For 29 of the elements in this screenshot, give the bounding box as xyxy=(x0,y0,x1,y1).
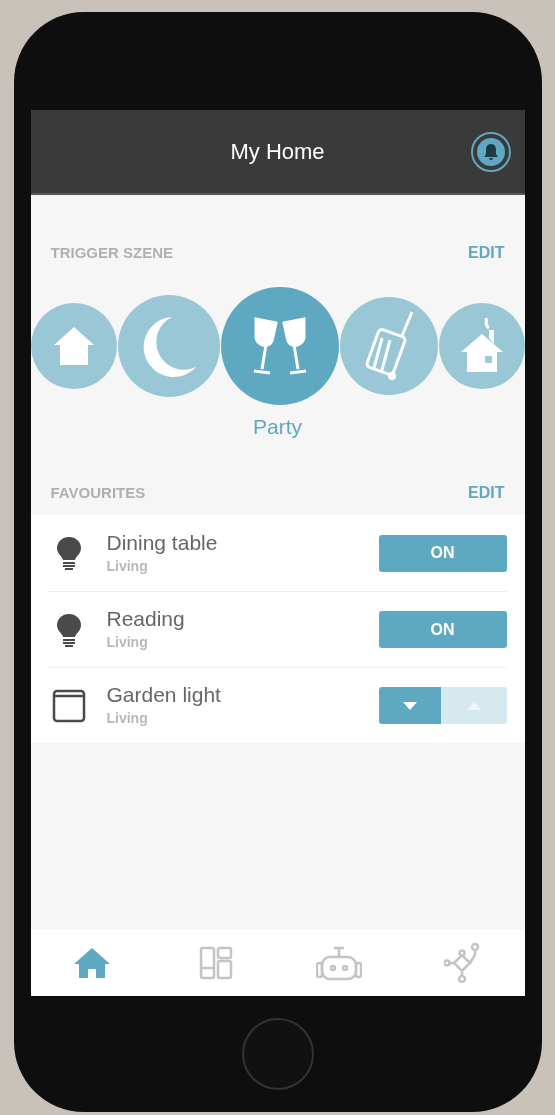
moon-icon xyxy=(141,315,196,377)
device-room: Living xyxy=(106,556,149,576)
network-nodes-icon xyxy=(443,943,482,983)
header-title: My Home xyxy=(230,138,325,166)
section-title: TRIGGER SZENE xyxy=(50,242,173,263)
grid-panels-icon xyxy=(198,946,233,980)
device-room: Living xyxy=(106,633,149,652)
up-triangle-icon xyxy=(466,701,481,710)
on-switch[interactable]: ON xyxy=(378,611,507,648)
device-name: Garden light xyxy=(106,682,222,708)
device-name: Reading xyxy=(106,606,186,632)
edit-link[interactable]: EDIT xyxy=(468,481,505,505)
down-button[interactable] xyxy=(378,687,441,724)
down-triangle-icon xyxy=(402,701,417,710)
light-bulb-icon xyxy=(55,536,82,570)
robot-icon xyxy=(316,945,363,981)
scene-label: Party xyxy=(253,414,302,440)
home-icon xyxy=(73,946,112,980)
device-name: Dining table xyxy=(106,529,219,556)
on-switch[interactable]: ON xyxy=(378,534,507,572)
window-blind-icon xyxy=(51,688,86,723)
section-title: FAVOURITES xyxy=(50,482,146,503)
device-room: Living xyxy=(106,709,149,728)
edit-link[interactable]: EDIT xyxy=(468,241,505,265)
bell-icon xyxy=(476,138,505,166)
up-button[interactable] xyxy=(440,687,507,724)
light-bulb-icon xyxy=(55,612,82,647)
notification-button[interactable] xyxy=(470,132,511,172)
wine-glasses-icon xyxy=(251,315,308,377)
